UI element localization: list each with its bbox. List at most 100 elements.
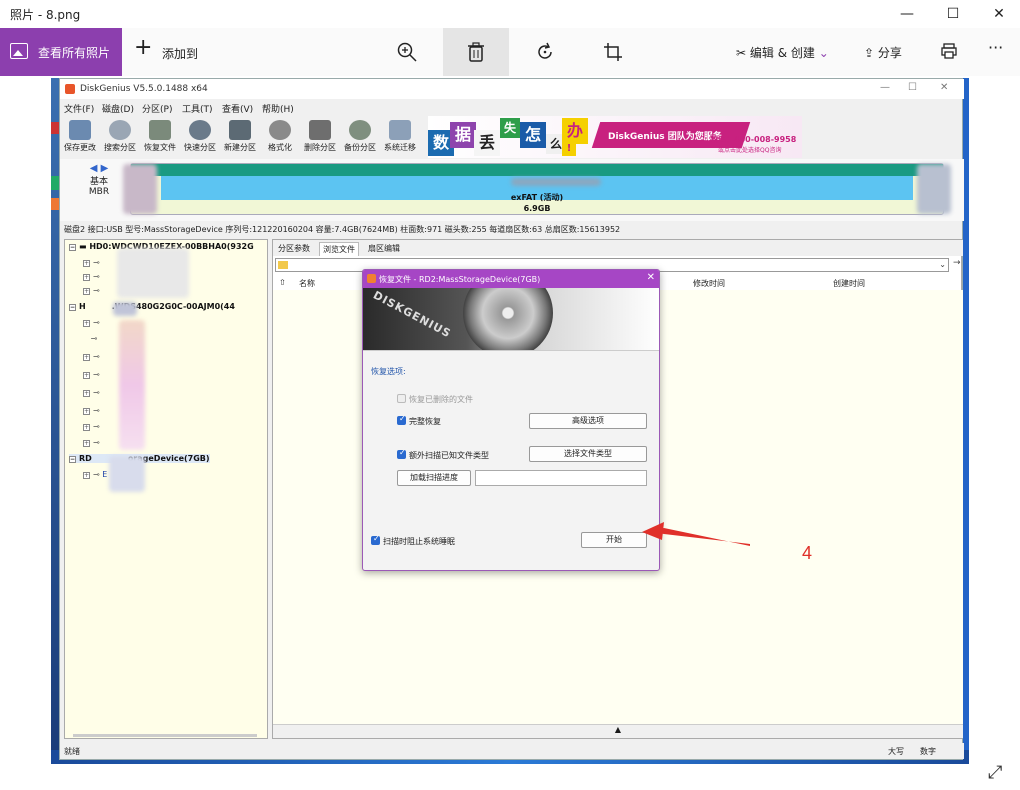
prevent-sleep-checkbox[interactable] (371, 534, 380, 545)
tree-item[interactable]: + ⊸ (83, 438, 100, 447)
disk-info-bar: 磁盘2 接口:USB 型号:MassStorageDevice 序列号:1212… (64, 225, 621, 234)
collapse-up-icon[interactable]: ▲ (615, 725, 621, 734)
save-changes-button[interactable]: 保存更改 (60, 118, 100, 156)
tree-item[interactable]: + ⊸ (83, 272, 100, 281)
format-icon (269, 120, 291, 140)
load-scan-progress-button[interactable]: 加载扫描进度 (397, 470, 471, 486)
recover-files-button[interactable]: 恢复文件 (140, 118, 180, 156)
tab-browse-files[interactable]: 浏览文件 (319, 242, 359, 256)
folder-icon (278, 261, 288, 269)
recover-deleted-label: 恢复已删除的文件 (409, 395, 473, 404)
dialog-title-bar: 恢复文件 - RD2:MassStorageDevice(7GB) ✕ (363, 270, 659, 288)
tree-item[interactable]: + ⊸ (83, 422, 100, 431)
share-icon: ⇪ (864, 46, 875, 60)
partition-bar[interactable]: exFAT (活动) 6.9GB (123, 163, 951, 215)
tab-partition-params[interactable]: 分区参数 (275, 242, 313, 256)
disk-tree: − ▬ HD0:WDCWD10EZEX-00BBHA0(932G + ⊸ + ⊸ + ⊸… (64, 239, 268, 739)
extra-scan-checkbox[interactable] (397, 448, 406, 459)
chevron-down-icon[interactable]: ⌄ (939, 260, 946, 269)
tree-item[interactable]: + ⊸ (83, 352, 100, 361)
dg-minimize-icon[interactable]: — (880, 82, 890, 93)
tree-label: H (79, 302, 86, 311)
disk-type-label: 基本 (89, 177, 108, 187)
status-caps: 大写 (888, 747, 904, 756)
tree-scrollbar[interactable] (73, 734, 257, 737)
tool-label: 恢复文件 (144, 143, 176, 152)
partition-size-label: 6.9GB (523, 204, 551, 213)
menu-partition[interactable]: 分区(P) (142, 102, 172, 115)
edit-create-button[interactable]: ✂ 编辑 & 创建 ⌄ (736, 44, 829, 61)
tool-label: 快速分区 (184, 143, 216, 152)
close-button[interactable]: ✕ (976, 2, 1020, 26)
menu-help[interactable]: 帮助(H) (262, 102, 294, 115)
status-bar: 就绪 大写 数字 (60, 743, 964, 759)
full-recovery-checkbox[interactable] (397, 414, 406, 425)
delete-partition-button[interactable]: 删除分区 (300, 118, 340, 156)
quick-partition-icon (189, 120, 211, 140)
maximize-button[interactable]: ☐ (930, 2, 976, 26)
dg-maximize-icon[interactable]: ☐ (908, 82, 917, 93)
new-partition-button[interactable]: 新建分区 (220, 118, 260, 156)
photos-window-title: 照片 - 8.png (10, 8, 81, 22)
more-options-icon[interactable]: ··· (988, 38, 1003, 57)
minimize-button[interactable]: — (884, 2, 930, 26)
print-button[interactable] (940, 42, 958, 64)
save-icon (69, 120, 91, 140)
tree-item[interactable]: + ⊸ (83, 406, 100, 415)
zoom-button[interactable] (374, 28, 440, 76)
share-button[interactable]: ⇪ 分享 (864, 44, 902, 61)
menu-view[interactable]: 查看(V) (222, 102, 253, 115)
recover-deleted-checkbox[interactable] (397, 394, 406, 403)
column-name[interactable]: 名称 (299, 278, 315, 289)
tool-label: 删除分区 (304, 143, 336, 152)
prevent-sleep-label: 扫描时阻止系统睡眠 (383, 537, 455, 546)
sort-up-icon[interactable]: ⇧ (279, 278, 286, 287)
dialog-close-icon[interactable]: ✕ (647, 272, 655, 283)
column-created[interactable]: 创建时间 (833, 278, 865, 289)
tool-label: 新建分区 (224, 143, 256, 152)
advanced-options-button[interactable]: 高级选项 (529, 413, 647, 429)
expand-icon[interactable]: ⤢ (988, 762, 1002, 783)
annotation-step-number: 4 (802, 543, 813, 563)
select-file-types-button[interactable]: 选择文件类型 (529, 446, 647, 462)
tree-item[interactable]: + ⊸ (83, 388, 100, 397)
extra-scan-label: 额外扫描已知文件类型 (409, 451, 489, 460)
full-recovery-label: 完整恢复 (409, 417, 441, 426)
banner-char: 失 (500, 118, 520, 138)
delete-partition-icon (309, 120, 331, 140)
menu-tools[interactable]: 工具(T) (182, 102, 213, 115)
rotate-button[interactable] (512, 28, 578, 76)
tree-item[interactable]: + ⊸ (83, 258, 100, 267)
disk-map: ◀ ▶ 基本 MBR exFAT (活动) 6.9GB (60, 159, 964, 221)
view-all-photos-button[interactable]: 查看所有照片 (0, 28, 122, 76)
tree-disk-hd1[interactable]: − H .WDS480G2G0C-00AJM0(44 (69, 302, 235, 311)
edit-icon: ✂ (736, 46, 747, 60)
tree-item[interactable]: + ⊸ (83, 286, 100, 295)
tree-item[interactable]: + ⊸ (83, 318, 100, 327)
tree-item-rd2-partition[interactable]: + ⊸ E (83, 470, 107, 479)
share-label: 分享 (877, 46, 902, 60)
dg-close-icon[interactable]: ✕ (940, 82, 948, 93)
ad-banner[interactable]: 数 据 丢 失 怎 么 办 ! DiskGenius 团队为您服务 致电：400… (428, 116, 802, 158)
start-button[interactable]: 开始 (581, 532, 647, 548)
status-text: 就绪 (64, 747, 80, 756)
menu-disk[interactable]: 磁盘(D) (102, 102, 134, 115)
tab-sector-editor[interactable]: 扇区编辑 (365, 242, 403, 256)
column-modified[interactable]: 修改时间 (693, 278, 725, 289)
banner-qq[interactable]: 或点击此处选择QQ咨询 (718, 145, 781, 154)
backup-partition-button[interactable]: 备份分区 (340, 118, 380, 156)
delete-button[interactable] (443, 28, 509, 76)
quick-partition-button[interactable]: 快速分区 (180, 118, 220, 156)
search-partition-button[interactable]: 搜索分区 (100, 118, 140, 156)
tree-item[interactable]: + ⊸ (83, 370, 100, 379)
recover-options-label: 恢复选项: (371, 367, 406, 376)
system-migrate-button[interactable]: 系统迁移 (380, 118, 420, 156)
zoom-in-icon (397, 42, 417, 62)
menu-file[interactable]: 文件(F) (64, 102, 94, 115)
crop-button[interactable] (580, 28, 646, 76)
go-arrow-icon[interactable]: → (953, 258, 961, 268)
file-list-scrollbar[interactable]: ▲ (273, 724, 963, 738)
disk-nav-arrows-icon[interactable]: ◀ ▶ (74, 163, 124, 174)
format-button[interactable]: 格式化 (260, 118, 300, 156)
tree-item[interactable]: ⊸ (83, 334, 98, 343)
